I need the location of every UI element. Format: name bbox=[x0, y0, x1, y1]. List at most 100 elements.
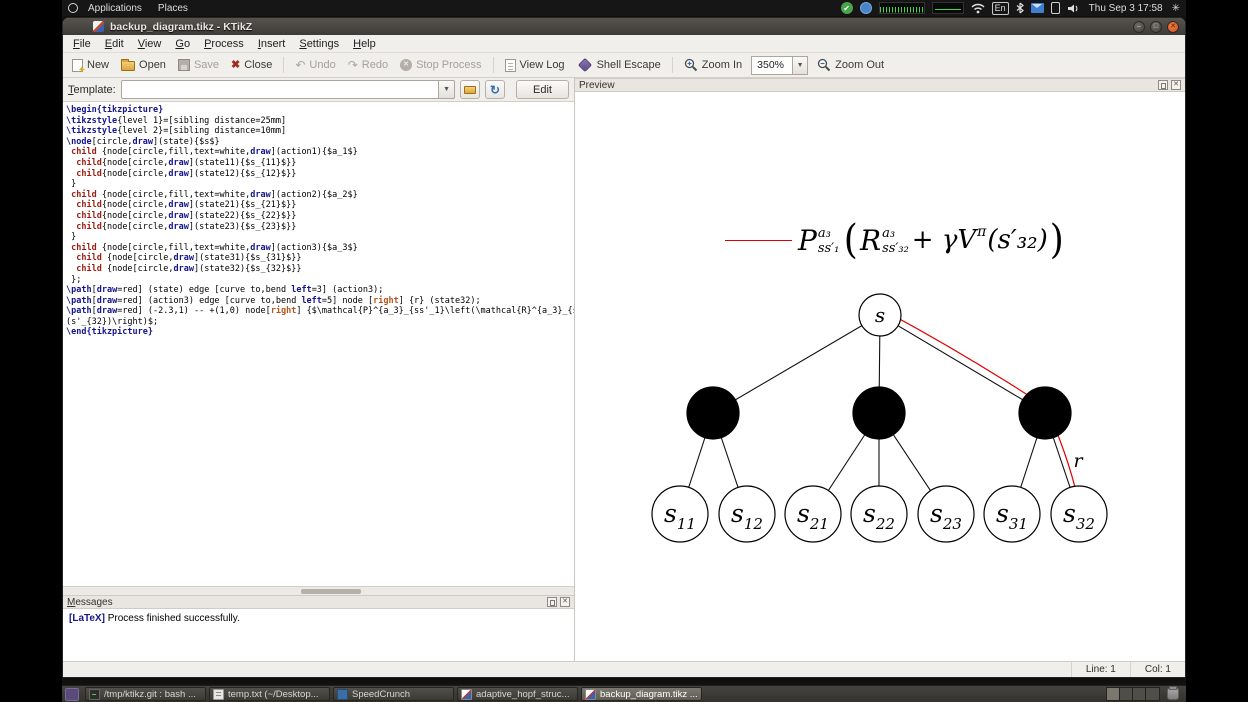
menu-settings[interactable]: Settings bbox=[292, 36, 346, 52]
node-s23 bbox=[917, 485, 975, 543]
code-line: \path[draw=red] (action3) edge [curve to… bbox=[66, 295, 481, 306]
taskbar-window-label: adaptive_hopf_struc... bbox=[476, 688, 570, 700]
titlebar[interactable]: backup_diagram.tikz - KTikZ – □ ✕ bbox=[63, 18, 1185, 35]
session-menu-icon[interactable]: ✳ bbox=[1172, 3, 1180, 14]
zoom-out-icon bbox=[817, 58, 831, 72]
workspace-2[interactable] bbox=[1120, 688, 1133, 700]
shell-escape-button[interactable]: Shell Escape bbox=[571, 55, 667, 75]
node-s11 bbox=[651, 485, 709, 543]
ktikz-icon bbox=[461, 688, 472, 700]
dock-close-button[interactable]: ✕ bbox=[1171, 80, 1181, 90]
taskbar-window-button[interactable]: temp.txt (~/Desktop... bbox=[209, 687, 330, 701]
open-folder-icon bbox=[464, 85, 477, 94]
code-line: child{node[circle,draw](state21){$s_{21}… bbox=[76, 200, 297, 211]
applications-menu[interactable]: Applications bbox=[82, 2, 148, 15]
svg-text:s: s bbox=[875, 303, 885, 327]
template-edit-button[interactable]: Edit bbox=[516, 80, 569, 99]
redo-button[interactable]: ↷ Redo bbox=[342, 56, 394, 74]
view-log-button[interactable]: View Log bbox=[499, 56, 571, 75]
code-line: \tikzstyle{level 1}=[sibling distance=25… bbox=[66, 115, 287, 126]
workspace-switcher[interactable] bbox=[1106, 687, 1160, 701]
menu-view[interactable]: View bbox=[131, 36, 169, 52]
undo-button[interactable]: ↶ Undo bbox=[289, 56, 341, 74]
open-button[interactable]: Open bbox=[115, 56, 172, 74]
template-label: Template: bbox=[68, 83, 116, 96]
close-button[interactable]: ✕ bbox=[1167, 20, 1179, 33]
red-edge-s-a3 bbox=[882, 309, 1049, 409]
trash-icon[interactable] bbox=[1167, 686, 1179, 700]
taskbar-window-button[interactable]: /tmp/ktikz.git : bash ... bbox=[85, 687, 206, 701]
chevron-down-icon[interactable]: ▼ bbox=[438, 80, 456, 99]
wifi-icon[interactable] bbox=[971, 3, 985, 14]
node-s21 bbox=[784, 485, 842, 543]
reward-label: r bbox=[1073, 450, 1084, 472]
workspace-4[interactable] bbox=[1146, 688, 1159, 700]
save-button[interactable]: Save bbox=[172, 56, 225, 74]
keyboard-layout-indicator[interactable]: En bbox=[991, 1, 1009, 15]
backup-diagram: s a1 a2 a3 s11 s12 s21 s22 s23 s31 s32 r bbox=[651, 293, 1108, 543]
menu-process[interactable]: Process bbox=[197, 36, 251, 52]
code-editor[interactable]: \begin{tikzpicture} \tikzstyle{level 1}=[… bbox=[63, 102, 574, 586]
code-line: child{node[circle,draw](state12){$s_{12}… bbox=[76, 168, 297, 179]
shell-escape-icon bbox=[577, 57, 592, 73]
statusbar: Line: 1 Col: 1 bbox=[63, 661, 1185, 677]
taskbar-window-button[interactable]: backup_diagram.tikz ... bbox=[581, 687, 702, 701]
chevron-down-icon[interactable]: ▼ bbox=[793, 55, 809, 75]
toolbar-separator bbox=[283, 57, 285, 73]
taskbar-window-button[interactable]: adaptive_hopf_struc... bbox=[457, 687, 578, 701]
gnome-top-panel: Applications Places ✔ En Thu Sep 3 17:58… bbox=[62, 0, 1186, 16]
dock-float-button[interactable] bbox=[547, 597, 557, 607]
template-value[interactable] bbox=[120, 80, 439, 99]
zoom-out-button[interactable]: Zoom Out bbox=[811, 55, 890, 75]
close-file-button[interactable]: ✖ Close bbox=[225, 56, 278, 74]
node-s31 bbox=[983, 485, 1041, 543]
taskbar-window-label: SpeedCrunch bbox=[352, 688, 411, 700]
sync-ok-icon[interactable]: ✔ bbox=[840, 2, 853, 14]
menu-file[interactable]: File bbox=[66, 36, 98, 52]
taskbar-window-label: backup_diagram.tikz ... bbox=[600, 688, 698, 700]
scrollbar-thumb[interactable] bbox=[301, 589, 361, 594]
taskbar-window-label: /tmp/ktikz.git : bash ... bbox=[104, 688, 196, 700]
clock[interactable]: Thu Sep 3 17:58 bbox=[1087, 3, 1165, 14]
code-line: \begin{tikzpicture} bbox=[66, 105, 164, 115]
workspace-3[interactable] bbox=[1133, 688, 1146, 700]
terminal-icon bbox=[89, 688, 100, 700]
template-open-button[interactable] bbox=[460, 80, 481, 99]
tablet-icon[interactable] bbox=[1050, 2, 1060, 14]
new-document-icon bbox=[72, 58, 86, 76]
stop-icon: ✕ bbox=[400, 59, 413, 71]
minimize-button[interactable]: – bbox=[1133, 20, 1145, 33]
code-line: }; bbox=[66, 274, 82, 285]
stop-process-button[interactable]: ✕ Stop Process bbox=[394, 56, 487, 74]
bluetooth-icon[interactable] bbox=[1016, 2, 1024, 14]
maximize-button[interactable]: □ bbox=[1150, 20, 1162, 33]
zoom-level-value: 350% bbox=[751, 55, 794, 75]
menu-insert[interactable]: Insert bbox=[251, 36, 293, 52]
template-reload-button[interactable]: ↻ bbox=[485, 80, 506, 99]
time-tracker-icon[interactable] bbox=[859, 2, 872, 14]
horizontal-scrollbar[interactable] bbox=[63, 586, 574, 595]
menu-go[interactable]: Go bbox=[168, 36, 197, 52]
audio-scope-icon[interactable] bbox=[878, 2, 925, 14]
toolbar-separator bbox=[671, 57, 673, 73]
menu-edit[interactable]: Edit bbox=[98, 36, 131, 52]
zoom-in-button[interactable]: Zoom In bbox=[678, 55, 748, 75]
dock-float-button[interactable] bbox=[1158, 80, 1168, 90]
new-button[interactable]: New bbox=[66, 56, 115, 76]
dock-close-button[interactable]: ✕ bbox=[560, 597, 570, 607]
places-menu[interactable]: Places bbox=[152, 2, 194, 15]
workspace-1[interactable] bbox=[1107, 688, 1120, 700]
volume-icon[interactable] bbox=[1067, 3, 1080, 14]
code-line: child{node[circle,draw](state23){$s_{23}… bbox=[76, 221, 297, 232]
waveform-icon[interactable] bbox=[931, 2, 964, 14]
node-s12 bbox=[718, 485, 776, 543]
close-x-icon: ✖ bbox=[231, 58, 241, 71]
menu-help[interactable]: Help bbox=[346, 36, 383, 52]
messages-output: [LaTeX] Process finished successfully. bbox=[63, 609, 574, 661]
mail-icon[interactable] bbox=[1030, 3, 1044, 13]
zoom-level-combobox[interactable]: 350% ▼ bbox=[751, 55, 809, 75]
show-desktop-icon[interactable] bbox=[65, 687, 79, 701]
template-combobox[interactable]: ▼ bbox=[120, 80, 456, 99]
preview-canvas[interactable]: P a₃ ss′₁ ( R a₃ ss′₃₂ + γV π (s′₃₂) ) s… bbox=[575, 92, 1185, 661]
taskbar-window-button[interactable]: SpeedCrunch bbox=[333, 687, 454, 701]
